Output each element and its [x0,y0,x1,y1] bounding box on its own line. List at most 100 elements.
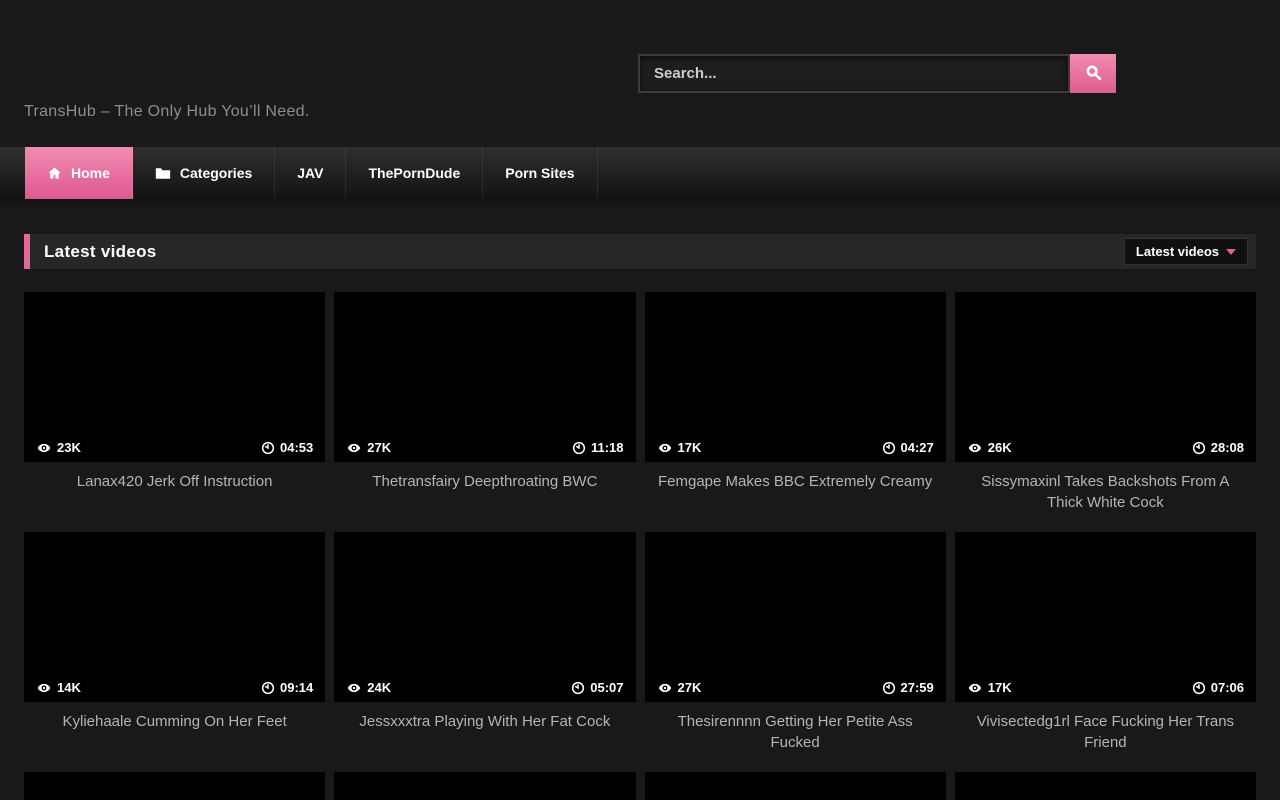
video-title[interactable]: Kyliehaale Cumming On Her Feet [24,702,325,772]
video-card[interactable]: 24K 05:07 Jessxxxtra Playing With Her Fa… [334,532,635,772]
video-views: 27K [678,680,702,695]
video-duration: 27:59 [901,680,934,695]
nav-item-label: Home [71,165,110,181]
clock-icon [572,441,586,455]
clock-icon [1192,441,1206,455]
main-nav: Home Categories JAV ThePornDude Porn Sit… [0,147,1280,199]
video-card-partial[interactable] [645,772,946,800]
video-duration-wrap: 04:53 [261,440,313,455]
video-thumbnail[interactable]: 26K 28:08 [955,292,1256,462]
video-title[interactable]: Thesirennnn Getting Her Petite Ass Fucke… [645,702,946,772]
video-title[interactable]: Thetransfairy Deepthroating BWC [334,462,635,532]
nav-item-jav[interactable]: JAV [275,147,346,199]
video-meta: 27K 27:59 [657,680,934,695]
video-meta: 24K 05:07 [346,680,623,695]
video-views: 14K [57,680,81,695]
nav-item-categories[interactable]: Categories [133,147,275,199]
nav-item-label: Porn Sites [505,165,574,181]
video-views: 17K [988,680,1012,695]
video-views-wrap: 23K [36,440,81,455]
video-card[interactable]: 27K 27:59 Thesirennnn Getting Her Petite… [645,532,946,772]
video-duration-wrap: 05:07 [571,680,623,695]
video-thumbnail[interactable] [334,772,635,800]
video-card[interactable]: 14K 09:14 Kyliehaale Cumming On Her Feet [24,532,325,772]
search-bar [638,54,1116,93]
video-duration-wrap: 27:59 [882,680,934,695]
eye-icon [657,681,673,695]
eye-icon [346,681,362,695]
section-title: Latest videos [44,242,157,262]
video-title[interactable]: Sissymaxinl Takes Backshots From A Thick… [955,462,1256,532]
sort-dropdown-label: Latest videos [1136,244,1219,259]
video-thumbnail[interactable] [955,772,1256,800]
video-views-wrap: 27K [657,680,702,695]
section-header: Latest videos Latest videos [24,234,1256,269]
nav-item-porn-sites[interactable]: Porn Sites [483,147,597,199]
search-input[interactable] [638,54,1070,93]
video-thumbnail[interactable]: 24K 05:07 [334,532,635,702]
video-views-wrap: 27K [346,440,391,455]
video-duration-wrap: 11:18 [572,440,624,455]
video-duration-wrap: 07:06 [1192,680,1244,695]
video-meta: 27K 11:18 [346,440,623,455]
eye-icon [967,441,983,455]
video-views-wrap: 17K [967,680,1012,695]
clock-icon [882,681,896,695]
video-meta: 23K 04:53 [36,440,313,455]
video-title[interactable]: Vivisectedg1rl Face Fucking Her Trans Fr… [955,702,1256,772]
video-duration-wrap: 04:27 [882,440,934,455]
video-card[interactable]: 26K 28:08 Sissymaxinl Takes Backshots Fr… [955,292,1256,532]
eye-icon [346,441,362,455]
video-card-partial[interactable] [955,772,1256,800]
video-duration: 09:14 [280,680,313,695]
video-card-partial[interactable] [24,772,325,800]
video-duration: 11:18 [591,440,624,455]
eye-icon [657,441,673,455]
nav-item-label: Categories [180,165,252,181]
clock-icon [882,441,896,455]
site-tagline: TransHub – The Only Hub You’ll Need. [24,103,310,121]
search-button[interactable] [1070,54,1116,93]
video-views-wrap: 14K [36,680,81,695]
video-meta: 26K 28:08 [967,440,1244,455]
video-title[interactable]: Jessxxxtra Playing With Her Fat Cock [334,702,635,772]
video-duration: 04:53 [280,440,313,455]
search-icon [1085,64,1102,84]
video-thumbnail[interactable]: 14K 09:14 [24,532,325,702]
clock-icon [1192,681,1206,695]
video-thumbnail[interactable] [645,772,946,800]
nav-item-label: JAV [297,165,323,181]
video-card[interactable]: 17K 04:27 Femgape Makes BBC Extremely Cr… [645,292,946,532]
eye-icon [967,681,983,695]
video-thumbnail[interactable] [24,772,325,800]
video-card[interactable]: 17K 07:06 Vivisectedg1rl Face Fucking He… [955,532,1256,772]
video-thumbnail[interactable]: 27K 11:18 [334,292,635,462]
video-card[interactable]: 23K 04:53 Lanax420 Jerk Off Instruction [24,292,325,532]
video-duration: 28:08 [1211,440,1244,455]
video-duration-wrap: 28:08 [1192,440,1244,455]
video-duration: 04:27 [901,440,934,455]
video-card[interactable]: 27K 11:18 Thetransfairy Deepthroating BW… [334,292,635,532]
video-thumbnail[interactable]: 23K 04:53 [24,292,325,462]
clock-icon [261,441,275,455]
site-header: TransHub – The Only Hub You’ll Need. [0,0,1280,147]
video-thumbnail[interactable]: 27K 27:59 [645,532,946,702]
video-title[interactable]: Femgape Makes BBC Extremely Creamy [645,462,946,532]
video-views: 26K [988,440,1012,455]
sort-dropdown[interactable]: Latest videos [1124,238,1248,265]
video-thumbnail[interactable]: 17K 04:27 [645,292,946,462]
nav-item-home[interactable]: Home [25,147,133,199]
video-thumbnail[interactable]: 17K 07:06 [955,532,1256,702]
nav-item-theporndude[interactable]: ThePornDude [346,147,483,199]
video-meta: 17K 04:27 [657,440,934,455]
video-views: 24K [367,680,391,695]
video-duration-wrap: 09:14 [261,680,313,695]
video-title[interactable]: Lanax420 Jerk Off Instruction [24,462,325,532]
home-icon [47,166,62,180]
video-card-partial[interactable] [334,772,635,800]
eye-icon [36,441,52,455]
nav-shadow [0,199,1280,213]
video-views: 27K [367,440,391,455]
video-views: 17K [678,440,702,455]
video-views-wrap: 26K [967,440,1012,455]
